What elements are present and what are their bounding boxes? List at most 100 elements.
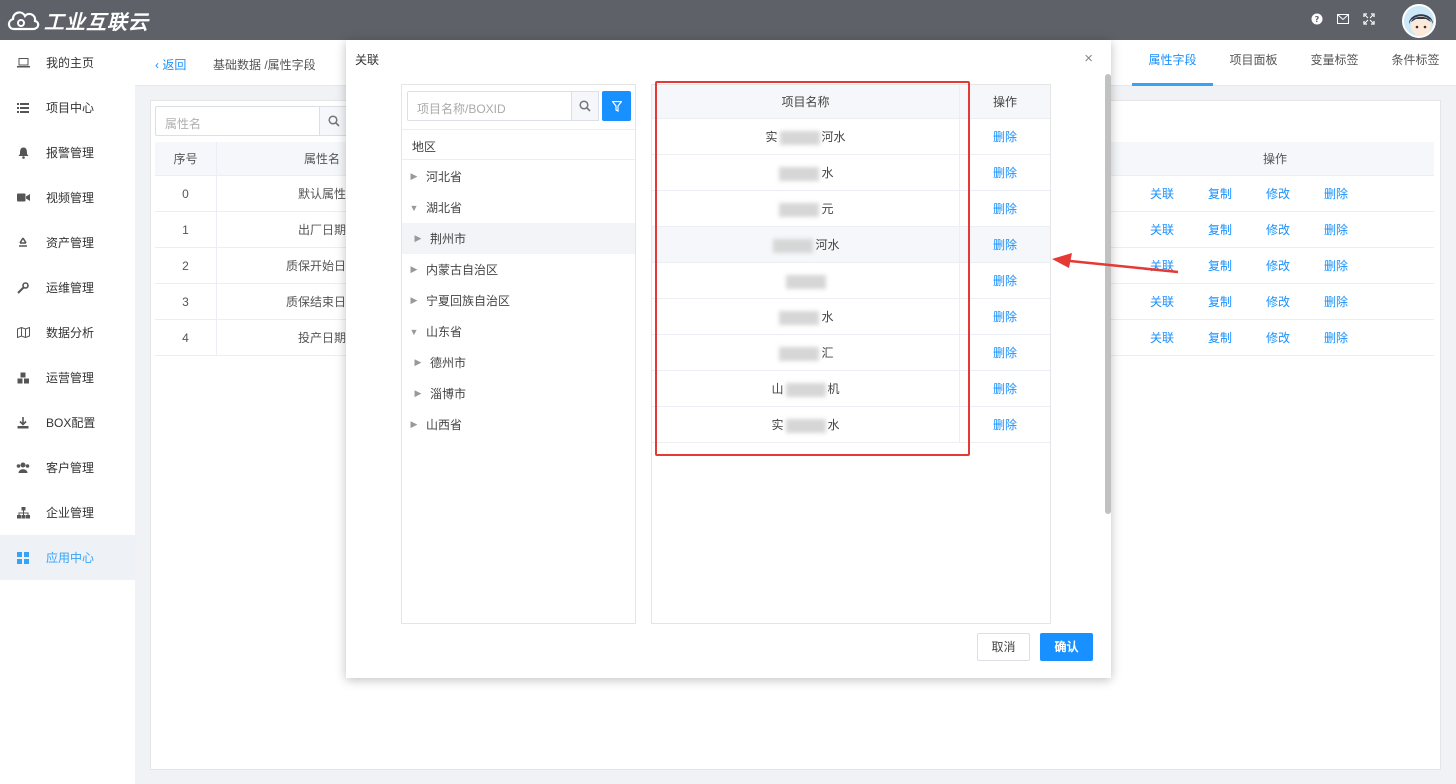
tree-node[interactable]: ▶ 荆州市 [402,223,635,254]
tree-node[interactable]: ▶ 内蒙古自治区 [402,254,635,285]
link-button[interactable]: 关联 [1150,257,1174,274]
edit-button[interactable]: 修改 [1266,185,1290,202]
app-title: 工业互联云 [44,11,149,34]
tree-node[interactable]: ▶ 德州市 [402,347,635,378]
delete-button[interactable]: 删除 [960,335,1050,371]
help-icon[interactable]: ? [1310,12,1324,26]
tab-condition-tags[interactable]: 条件标签 [1375,40,1456,86]
delete-button[interactable]: 删除 [960,407,1050,443]
sidebar-item-operations[interactable]: 运营管理 [0,355,135,400]
project-name: 水 [652,155,960,191]
tree-node-label: 湖北省 [426,201,463,215]
region-select[interactable]: 地区 ⌵ [402,129,635,160]
link-button[interactable]: 关联 [1150,185,1174,202]
caret-right-icon[interactable]: ▶ [408,419,420,430]
tab-attribute-fields[interactable]: 属性字段 [1132,40,1213,86]
caret-down-icon[interactable]: ▼ [408,327,420,337]
sidebar-item-home[interactable]: 我的主页 [0,40,135,85]
app-logo[interactable]: 工业互联云 [6,6,149,34]
copy-button[interactable]: 复制 [1208,257,1232,274]
sidebar-item-alarms[interactable]: 报警管理 [0,130,135,175]
svg-text:?: ? [1315,15,1320,24]
dialog-scrollbar[interactable] [1105,74,1111,514]
copy-button[interactable]: 复制 [1208,221,1232,238]
wrench-icon [16,281,30,295]
tab-variable-tags[interactable]: 变量标签 [1294,40,1375,86]
delete-button[interactable]: 删除 [960,227,1050,263]
edit-button[interactable]: 修改 [1266,221,1290,238]
tree-node[interactable]: ▶ 淄博市 [402,378,635,409]
project-search-input[interactable]: 项目名称/BOXID [407,91,572,121]
delete-button[interactable]: 删除 [1324,293,1348,310]
table-row: 删除 [652,263,1050,299]
copy-button[interactable]: 复制 [1208,185,1232,202]
delete-button[interactable]: 删除 [960,371,1050,407]
delete-button[interactable]: 删除 [960,119,1050,155]
search-button[interactable] [319,106,349,136]
project-name: 汇 [652,335,960,371]
sidebar-item-analytics[interactable]: 数据分析 [0,310,135,355]
search-icon [328,115,340,127]
delete-button[interactable]: 删除 [1324,185,1348,202]
users-icon [16,461,30,475]
confirm-button[interactable]: 确认 [1040,633,1093,661]
search-button[interactable] [571,91,599,121]
sidebar-item-projects[interactable]: 项目中心 [0,85,135,130]
video-icon [16,191,30,205]
caret-down-icon[interactable]: ▼ [408,203,420,213]
sidebar-item-label: 项目中心 [46,101,95,115]
caret-right-icon[interactable]: ▶ [408,171,420,182]
sidebar-item-enterprise[interactable]: 企业管理 [0,490,135,535]
caret-right-icon[interactable]: ▶ [412,388,424,399]
tree-node[interactable]: ▶ 山西省 [402,409,635,440]
edit-button[interactable]: 修改 [1266,293,1290,310]
delete-button[interactable]: 删除 [1324,329,1348,346]
filter-button[interactable] [602,91,631,121]
user-avatar[interactable] [1402,4,1436,38]
project-name: 实水 [652,407,960,443]
tree-node[interactable]: ▼ 湖北省 [402,192,635,223]
table-row: 水删除 [652,155,1050,191]
delete-button[interactable]: 删除 [1324,221,1348,238]
copy-button[interactable]: 复制 [1208,329,1232,346]
delete-button[interactable]: 删除 [960,191,1050,227]
mail-icon[interactable] [1336,12,1350,26]
back-link[interactable]: ‹ 返回 [155,56,186,73]
delete-button[interactable]: 删除 [960,299,1050,335]
close-icon[interactable]: × [1084,50,1093,67]
row-index: 3 [155,284,217,319]
sidebar-item-assets[interactable]: 资产管理 [0,220,135,265]
delete-button[interactable]: 删除 [1324,257,1348,274]
link-button[interactable]: 关联 [1150,293,1174,310]
link-button[interactable]: 关联 [1150,221,1174,238]
tree-node[interactable]: ▼ 山东省 [402,316,635,347]
sidebar-item-customers[interactable]: 客户管理 [0,445,135,490]
cancel-button[interactable]: 取消 [977,633,1030,661]
sidebar-item-app-center[interactable]: 应用中心 [0,535,135,580]
caret-right-icon[interactable]: ▶ [412,357,424,368]
caret-right-icon[interactable]: ▶ [408,295,420,306]
table-row: 实水删除 [652,407,1050,443]
sidebar-item-box-config[interactable]: BOX配置 [0,400,135,445]
caret-right-icon[interactable]: ▶ [412,233,424,244]
sidebar: 我的主页 项目中心 报警管理 视频管理 资产管理 运维管理 数据分析 运营管理 … [0,40,135,784]
tree-node-label: 淄博市 [430,387,467,401]
delete-button[interactable]: 删除 [960,263,1050,299]
cloud-icon [7,11,40,31]
tree-node[interactable]: ▶ 宁夏回族自治区 [402,285,635,316]
breadcrumb: 基础数据 /属性字段 [213,58,316,72]
delete-button[interactable]: 删除 [960,155,1050,191]
row-index: 0 [155,176,217,211]
caret-right-icon[interactable]: ▶ [408,264,420,275]
sidebar-item-maintenance[interactable]: 运维管理 [0,265,135,310]
tab-project-panel[interactable]: 项目面板 [1213,40,1294,86]
copy-button[interactable]: 复制 [1208,293,1232,310]
fullscreen-icon[interactable] [1362,12,1376,26]
sidebar-item-video[interactable]: 视频管理 [0,175,135,220]
edit-button[interactable]: 修改 [1266,257,1290,274]
edit-button[interactable]: 修改 [1266,329,1290,346]
tree-node[interactable]: ▶ 河北省 [402,161,635,192]
sidebar-item-label: 视频管理 [46,191,95,205]
table-row: 汇删除 [652,335,1050,371]
link-button[interactable]: 关联 [1150,329,1174,346]
